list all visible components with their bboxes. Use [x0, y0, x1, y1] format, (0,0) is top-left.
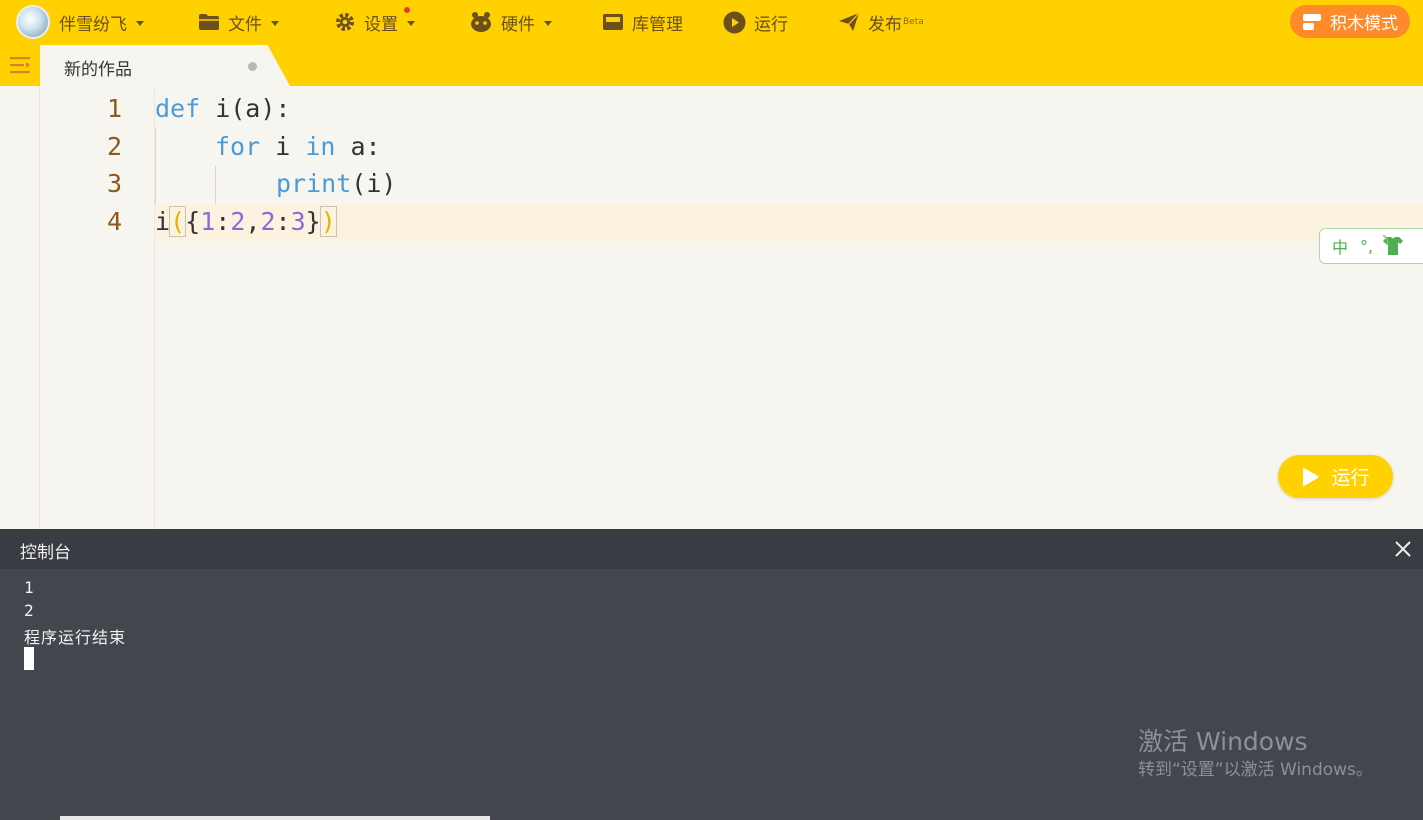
- block-mode-button[interactable]: 积木模式: [1290, 5, 1410, 38]
- indent-guide: [155, 128, 156, 204]
- console-title: 控制台: [20, 543, 71, 563]
- chevron-down-icon: [136, 20, 144, 26]
- keyword: for: [215, 132, 261, 161]
- shirt-icon: [1381, 235, 1405, 257]
- folder-icon: [198, 13, 220, 31]
- code-editor[interactable]: [0, 86, 1423, 529]
- close-icon[interactable]: [1391, 537, 1415, 561]
- menu-run-label: 运行: [754, 14, 788, 35]
- chevron-down-icon: [407, 20, 415, 26]
- code-line-2[interactable]: for i in a:: [215, 132, 381, 161]
- menu-list-icon: [10, 57, 30, 74]
- sidebar-strip: [0, 86, 40, 529]
- chevron-down-icon: [271, 20, 279, 26]
- user-menu[interactable]: 伴雪纷飞: [16, 0, 144, 44]
- brace: }: [305, 207, 321, 236]
- play-icon: [1301, 466, 1319, 488]
- unsaved-dot-icon[interactable]: [248, 62, 257, 71]
- run-button[interactable]: 运行: [1278, 455, 1393, 498]
- bracket: ): [319, 206, 337, 237]
- code-text: i: [155, 207, 171, 236]
- code-text: a:: [335, 132, 381, 161]
- archive-icon: [602, 12, 624, 32]
- block-mode-label: 积木模式: [1330, 14, 1398, 34]
- menu-library[interactable]: 库管理: [602, 0, 683, 44]
- menu-hardware[interactable]: 硬件: [469, 0, 552, 44]
- activation-watermark-title: 激活 Windows: [1138, 727, 1308, 756]
- tab-title: 新的作品: [64, 60, 132, 80]
- tab-new-work[interactable]: 新的作品: [40, 45, 290, 86]
- user-name: 伴雪纷飞: [59, 14, 127, 35]
- code-text: ,: [245, 207, 261, 236]
- console-output-line: 程序运行结束: [24, 628, 127, 647]
- console-cursor: [24, 647, 34, 670]
- console-header: 控制台: [0, 529, 1423, 569]
- builtin: print: [276, 169, 352, 198]
- number: 2: [260, 207, 276, 236]
- console-output[interactable]: [0, 569, 1423, 820]
- menu-settings[interactable]: 设置: [334, 0, 415, 44]
- number: 2: [230, 207, 246, 236]
- code-text: :: [215, 207, 231, 236]
- horizontal-scrollbar[interactable]: [60, 816, 490, 820]
- robot-icon: [469, 11, 493, 33]
- line-number: 1: [106, 94, 122, 123]
- menu-hardware-label: 硬件: [501, 14, 535, 35]
- line-number: 3: [106, 169, 122, 198]
- chevron-down-icon: [544, 20, 552, 26]
- menu-library-label: 库管理: [632, 14, 683, 35]
- gear-icon: [334, 11, 356, 33]
- ime-status-bar[interactable]: 中 °,: [1319, 228, 1423, 264]
- number: 1: [200, 207, 216, 236]
- menu-publish-label: 发布: [868, 14, 902, 35]
- send-icon: [838, 12, 860, 32]
- indent-guide: [215, 166, 216, 204]
- code-text: :: [275, 207, 291, 236]
- code-line-4[interactable]: i({1:2,2:3}): [155, 206, 337, 237]
- keyword: def: [155, 94, 201, 123]
- menu-run[interactable]: 运行: [723, 0, 788, 44]
- run-button-label: 运行: [1331, 467, 1370, 489]
- code-line-1[interactable]: def i(a):: [155, 94, 290, 123]
- console-output-line: 1: [24, 578, 35, 597]
- code-text: i: [260, 132, 306, 161]
- notification-dot: [404, 7, 410, 13]
- code-text: i(a):: [200, 94, 291, 123]
- menu-settings-label: 设置: [364, 14, 398, 35]
- active-line-highlight: [155, 204, 1423, 241]
- ime-mode: 中: [1332, 238, 1349, 257]
- activation-watermark-subtitle: 转到“设置”以激活 Windows。: [1138, 760, 1373, 780]
- bracket: (: [169, 206, 187, 237]
- menu-publish[interactable]: 发布 Beta: [838, 0, 924, 44]
- menu-file[interactable]: 文件: [198, 0, 279, 44]
- code-line-3[interactable]: print(i): [276, 169, 396, 198]
- beta-badge: Beta: [903, 17, 924, 27]
- keyword: in: [305, 132, 336, 161]
- code-text: (i): [351, 169, 397, 198]
- menu-file-label: 文件: [228, 14, 262, 35]
- line-number: 4: [106, 207, 122, 236]
- user-avatar: [16, 5, 50, 39]
- ime-punctuation: °,: [1360, 236, 1374, 256]
- play-circle-icon: [723, 11, 746, 34]
- sidebar-toggle-button[interactable]: [0, 44, 40, 86]
- console-output-line: 2: [24, 601, 35, 620]
- line-number: 2: [106, 132, 122, 161]
- brace: {: [185, 207, 201, 236]
- blocks-icon: [1302, 13, 1322, 31]
- number: 3: [290, 207, 306, 236]
